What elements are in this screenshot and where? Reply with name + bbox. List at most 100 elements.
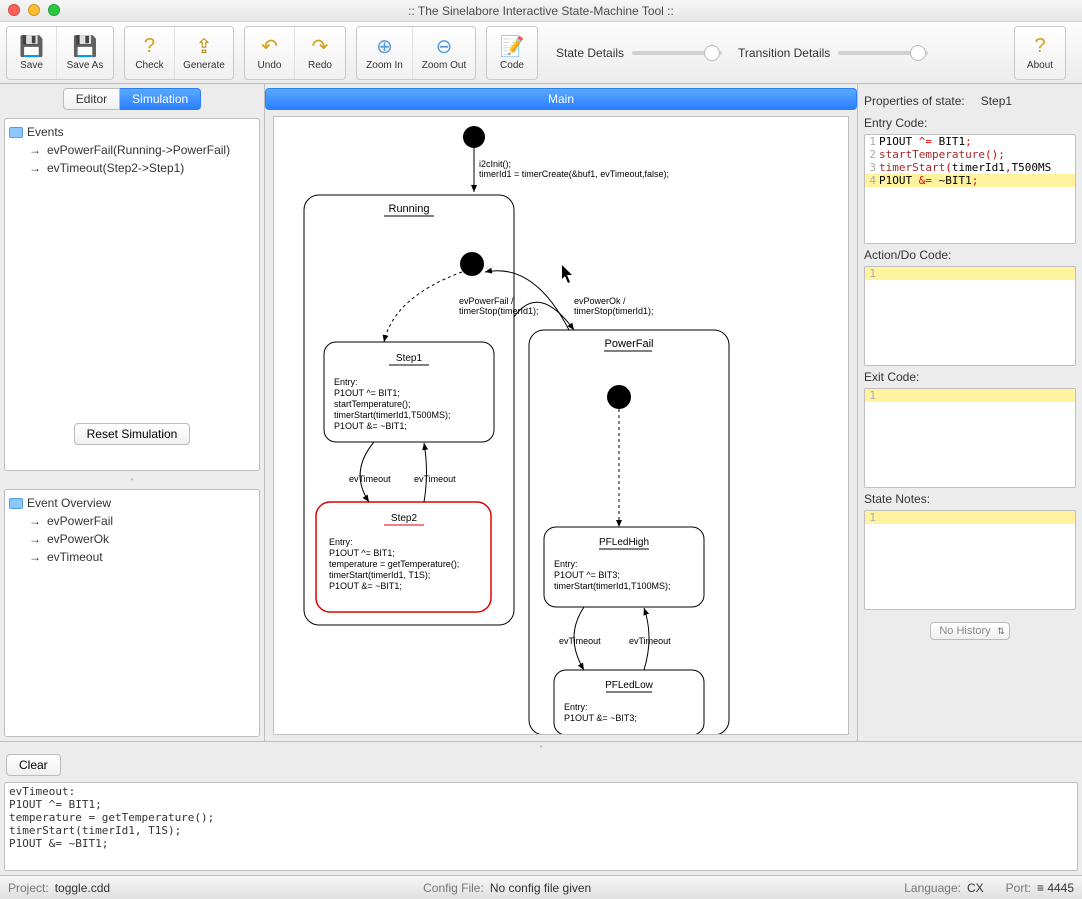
svg-text:evPowerOk /: evPowerOk /: [574, 296, 626, 306]
properties-state-name: Step1: [981, 94, 1012, 108]
initial-state-icon: [463, 126, 485, 148]
svg-text:Step2: Step2: [391, 513, 418, 524]
about-icon: ?: [1034, 34, 1045, 58]
svg-text:evTimeout: evTimeout: [414, 474, 456, 484]
transition-details-label: Transition Details: [738, 46, 830, 60]
console-splitter[interactable]: •: [0, 742, 1082, 752]
initial-state-icon: [460, 252, 484, 276]
minimize-icon[interactable]: [28, 4, 40, 16]
zoom-out-icon: ⊖: [436, 34, 453, 58]
properties-header: Properties of state:: [864, 94, 965, 108]
state-notes-box[interactable]: 1: [864, 510, 1076, 610]
entry-code-label: Entry Code:: [864, 116, 1076, 130]
window-controls: [8, 4, 60, 16]
redo-icon: ↷: [312, 34, 329, 58]
language-label: Language:: [904, 881, 961, 895]
svg-text:P1OUT ^= BIT3;: P1OUT ^= BIT3;: [554, 570, 620, 580]
event-item[interactable]: →evPowerFail(Running->PowerFail): [9, 141, 255, 159]
event-item[interactable]: →evTimeout(Step2->Step1): [9, 159, 255, 177]
canvas-tab-main[interactable]: Main: [265, 88, 857, 110]
splitter[interactable]: •: [0, 475, 264, 485]
tab-editor[interactable]: Editor: [63, 88, 120, 110]
status-bar: Project: toggle.cdd Config File: No conf…: [0, 875, 1082, 899]
properties-panel: Properties of state: Step1 Entry Code: 1P…: [857, 84, 1082, 741]
svg-text:P1OUT &= ~BIT1;: P1OUT &= ~BIT1;: [329, 581, 402, 591]
canvas-area: Main i2cInit(); timerId1 = timerCreate(&…: [265, 84, 857, 741]
action-code-box[interactable]: 1: [864, 266, 1076, 366]
initial-state-icon: [607, 385, 631, 409]
zoom-in-button[interactable]: ⊕Zoom In: [357, 27, 413, 79]
svg-text:Step1: Step1: [396, 353, 423, 364]
zoom-icon[interactable]: [48, 4, 60, 16]
svg-text:P1OUT ^= BIT1;: P1OUT ^= BIT1;: [334, 388, 400, 398]
state-details-slider[interactable]: [632, 51, 722, 55]
svg-text:P1OUT &= ~BIT3;: P1OUT &= ~BIT3;: [564, 713, 637, 723]
save-icon: 💾: [19, 34, 44, 58]
svg-text:Entry:: Entry:: [554, 559, 578, 569]
code-button[interactable]: 📝Code: [487, 27, 537, 79]
svg-text:Entry:: Entry:: [564, 702, 588, 712]
cursor-icon: [562, 265, 572, 283]
overview-item[interactable]: →evPowerFail: [9, 512, 255, 530]
svg-text:evPowerFail /: evPowerFail /: [459, 296, 514, 306]
state-diagram-canvas[interactable]: i2cInit(); timerId1 = timerCreate(&buf1,…: [273, 116, 849, 735]
transition-details-slider[interactable]: [838, 51, 928, 55]
svg-text:evTimeout: evTimeout: [349, 474, 391, 484]
events-header[interactable]: Events: [9, 125, 255, 139]
left-sidebar: Editor Simulation Events →evPowerFail(Ru…: [0, 84, 265, 741]
clear-button[interactable]: Clear: [6, 754, 61, 776]
reset-simulation-button[interactable]: Reset Simulation: [74, 423, 191, 445]
port-label: Port:: [1006, 881, 1031, 895]
arrow-icon: →: [29, 514, 41, 528]
svg-text:temperature = getTemperature(): temperature = getTemperature();: [329, 559, 459, 569]
entry-code-box[interactable]: 1P1OUT ^= BIT1; 2startTemperature(); 3ti…: [864, 134, 1076, 244]
about-button[interactable]: ?About: [1015, 27, 1065, 79]
svg-text:startTemperature();: startTemperature();: [334, 399, 411, 409]
svg-text:timerStart(timerId1,T500MS);: timerStart(timerId1,T500MS);: [334, 410, 451, 420]
tab-simulation[interactable]: Simulation: [120, 88, 201, 110]
event-overview-panel: Event Overview →evPowerFail→evPowerOk→ev…: [4, 489, 260, 737]
history-select[interactable]: No History: [930, 622, 1009, 640]
toolbar: 💾Save 💾Save As ?Check ⇪Generate ↶Undo ↷R…: [0, 22, 1082, 84]
code-icon: 📝: [500, 34, 525, 58]
close-icon[interactable]: [8, 4, 20, 16]
undo-button[interactable]: ↶Undo: [245, 27, 295, 79]
exit-code-box[interactable]: 1: [864, 388, 1076, 488]
svg-text:timerStop(timerId1);: timerStop(timerId1);: [574, 306, 654, 316]
window-title: :: The Sinelabore Interactive State-Mach…: [408, 4, 674, 18]
check-button[interactable]: ?Check: [125, 27, 175, 79]
svg-text:PFLedLow: PFLedLow: [605, 680, 654, 691]
titlebar: :: The Sinelabore Interactive State-Mach…: [0, 0, 1082, 22]
overview-item[interactable]: →evTimeout: [9, 548, 255, 566]
arrow-icon: →: [29, 532, 41, 546]
overview-item[interactable]: →evPowerOk: [9, 530, 255, 548]
action-code-label: Action/Do Code:: [864, 248, 1076, 262]
overview-header[interactable]: Event Overview: [9, 496, 255, 510]
console-output[interactable]: evTimeout:P1OUT ^= BIT1;temperature = ge…: [4, 782, 1078, 871]
generate-button[interactable]: ⇪Generate: [175, 27, 233, 79]
generate-icon: ⇪: [196, 34, 213, 58]
svg-text:evTimeout: evTimeout: [559, 636, 601, 646]
svg-text:i2cInit();: i2cInit();: [479, 159, 511, 169]
svg-text:P1OUT ^= BIT1;: P1OUT ^= BIT1;: [329, 548, 395, 558]
svg-text:Entry:: Entry:: [329, 537, 353, 547]
save-button[interactable]: 💾Save: [7, 27, 57, 79]
arrow-icon: →: [29, 143, 41, 157]
svg-text:timerStart(timerId1, T1S);: timerStart(timerId1, T1S);: [329, 570, 430, 580]
folder-icon: [9, 127, 23, 138]
zoom-in-icon: ⊕: [376, 34, 393, 58]
save-as-button[interactable]: 💾Save As: [57, 27, 113, 79]
zoom-out-button[interactable]: ⊖Zoom Out: [413, 27, 475, 79]
help-icon: ?: [144, 34, 155, 58]
console-area: • Clear evTimeout:P1OUT ^= BIT1;temperat…: [0, 741, 1082, 875]
port-value: ≡ 4445: [1037, 881, 1074, 895]
redo-button[interactable]: ↷Redo: [295, 27, 345, 79]
project-name: toggle.cdd: [55, 881, 110, 895]
svg-text:evTimeout: evTimeout: [629, 636, 671, 646]
project-label: Project:: [8, 881, 49, 895]
arrow-icon: →: [29, 161, 41, 175]
svg-text:PowerFail: PowerFail: [605, 338, 654, 350]
undo-icon: ↶: [261, 34, 278, 58]
save-as-icon: 💾: [73, 34, 98, 58]
svg-text:Running: Running: [389, 203, 430, 215]
